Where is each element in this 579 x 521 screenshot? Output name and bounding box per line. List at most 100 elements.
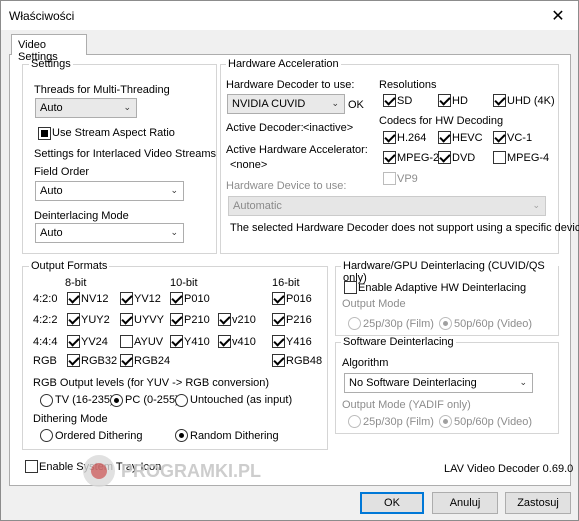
codec-vp9-label: VP9 — [397, 173, 418, 185]
ok-button[interactable]: OK — [360, 492, 424, 514]
col-8bit-label: 8-bit — [65, 277, 87, 289]
fmt-p210-checkbox[interactable] — [170, 313, 183, 326]
fmt-yv12-label: YV12 — [134, 293, 161, 305]
fmt-p016-label: P016 — [286, 293, 312, 305]
hw-decoder-select[interactable]: NVIDIA CUVID ⌄ — [227, 94, 345, 114]
active-accel-value: <none> — [230, 159, 268, 171]
hw-device-select[interactable]: Automatic ⌄ — [228, 196, 546, 216]
level-pc-radio[interactable] — [110, 394, 123, 407]
threads-label: Threads for Multi-Threading — [34, 84, 170, 96]
fmt-v410-checkbox[interactable] — [218, 335, 231, 348]
active-decoder-label: Active Decoder: — [226, 122, 304, 134]
codec-mpeg2-checkbox[interactable] — [383, 151, 396, 164]
fmt-rgb48-checkbox[interactable] — [272, 354, 285, 367]
res-sd-checkbox[interactable] — [383, 94, 396, 107]
level-pc-label: PC (0-255) — [125, 394, 179, 406]
fmt-v210-label: v210 — [232, 314, 256, 326]
hw-deint-enable-label: Enable Adaptive HW Deinterlacing — [358, 282, 527, 294]
dither-random-label: Random Dithering — [190, 430, 279, 442]
codec-h264-checkbox[interactable] — [383, 131, 396, 144]
hw-deint-group-label: Hardware/GPU Deinterlacing (CUVID/QS onl… — [341, 260, 558, 284]
apply-button[interactable]: Zastosuj — [505, 492, 571, 514]
algorithm-value: No Software Deinterlacing — [349, 377, 477, 389]
sw-deint-film-radio[interactable] — [348, 415, 361, 428]
row-rgb-label: RGB — [33, 355, 57, 367]
fmt-rgb32-checkbox[interactable] — [67, 354, 80, 367]
chevron-down-icon: ⌄ — [519, 377, 527, 387]
level-untouched-radio[interactable] — [175, 394, 188, 407]
level-tv-label: TV (16-235) — [55, 394, 114, 406]
level-untouched-label: Untouched (as input) — [190, 394, 293, 406]
fmt-p216-label: P216 — [286, 314, 312, 326]
field-order-label: Field Order — [34, 166, 90, 178]
threads-select[interactable]: Auto ⌄ — [35, 98, 137, 118]
close-icon: ✕ — [551, 7, 565, 25]
fmt-p216-checkbox[interactable] — [272, 313, 285, 326]
codec-mpeg4-checkbox[interactable] — [493, 151, 506, 164]
stream-aspect-checkbox[interactable] — [38, 127, 51, 140]
dither-mode-label: Dithering Mode — [33, 413, 108, 425]
close-button[interactable]: ✕ — [538, 1, 578, 30]
codec-dvd-checkbox[interactable] — [438, 151, 451, 164]
sw-deint-video-radio[interactable] — [439, 415, 452, 428]
dither-random-radio[interactable] — [175, 429, 188, 442]
hw-deint-film-label: 25p/30p (Film) — [363, 318, 434, 330]
codecs-label: Codecs for HW Decoding — [379, 115, 504, 127]
hw-device-label: Hardware Device to use: — [226, 180, 347, 192]
fmt-p010-checkbox[interactable] — [170, 292, 183, 305]
codec-mpeg4-label: MPEG-4 — [507, 152, 550, 164]
programki-watermark: PROGRAMKI.PL — [81, 449, 281, 497]
hw-device-value: Automatic — [233, 200, 282, 212]
res-uhd-checkbox[interactable] — [493, 94, 506, 107]
col-10bit-label: 10-bit — [170, 277, 198, 289]
codec-vc1-checkbox[interactable] — [493, 131, 506, 144]
dither-ordered-radio[interactable] — [40, 429, 53, 442]
codec-h264-label: H.264 — [397, 132, 427, 144]
fmt-uyvy-label: UYVY — [134, 314, 164, 326]
fmt-ayuv-label: AYUV — [134, 336, 164, 348]
algorithm-select[interactable]: No Software Deinterlacing ⌄ — [344, 373, 533, 393]
hw-deint-enable-checkbox[interactable] — [344, 281, 357, 294]
fmt-yv24-checkbox[interactable] — [67, 335, 80, 348]
cancel-button[interactable]: Anuluj — [432, 492, 498, 514]
tab-panel: Settings Threads for Multi-Threading Aut… — [9, 54, 579, 486]
hw-deint-film-radio[interactable] — [348, 317, 361, 330]
res-hd-checkbox[interactable] — [438, 94, 451, 107]
codec-vp9-checkbox[interactable] — [383, 172, 396, 185]
hw-deint-video-radio[interactable] — [439, 317, 452, 330]
fmt-rgb48-label: RGB48 — [286, 355, 323, 367]
fmt-p016-checkbox[interactable] — [272, 292, 285, 305]
field-order-select[interactable]: Auto ⌄ — [35, 181, 184, 201]
res-hd-label: HD — [452, 95, 468, 107]
res-uhd-label: UHD (4K) — [507, 95, 555, 107]
codec-dvd-label: DVD — [452, 152, 476, 164]
codec-hevc-label: HEVC — [452, 132, 483, 144]
tab-video-settings[interactable]: Video Settings — [11, 34, 87, 63]
fmt-yuy2-checkbox[interactable] — [67, 313, 80, 326]
chevron-down-icon: ⌄ — [170, 185, 178, 195]
title-bar: Właściwości ✕ — [1, 1, 578, 30]
chevron-down-icon: ⌄ — [532, 200, 540, 210]
codec-hevc-checkbox[interactable] — [438, 131, 451, 144]
algorithm-label: Algorithm — [342, 357, 389, 369]
stream-aspect-label: Use Stream Aspect Ratio — [52, 127, 175, 139]
hw-deint-output-mode-label: Output Mode — [342, 298, 406, 310]
fmt-ayuv-checkbox[interactable] — [120, 335, 133, 348]
hw-decoder-value: NVIDIA CUVID — [232, 98, 306, 110]
deint-mode-value: Auto — [40, 227, 63, 239]
fmt-v210-checkbox[interactable] — [218, 313, 231, 326]
fmt-nv12-checkbox[interactable] — [67, 292, 80, 305]
hw-deint-video-label: 50p/60p (Video) — [454, 318, 533, 330]
fmt-uyvy-checkbox[interactable] — [120, 313, 133, 326]
fmt-y416-checkbox[interactable] — [272, 335, 285, 348]
fmt-yv12-checkbox[interactable] — [120, 292, 133, 305]
deint-mode-select[interactable]: Auto ⌄ — [35, 223, 184, 243]
systray-checkbox[interactable] — [25, 460, 38, 473]
fmt-v410-label: v410 — [232, 336, 256, 348]
codec-mpeg2-label: MPEG-2 — [397, 152, 440, 164]
threads-value: Auto — [40, 102, 63, 114]
fmt-y410-checkbox[interactable] — [170, 335, 183, 348]
level-tv-radio[interactable] — [40, 394, 53, 407]
fmt-rgb24-checkbox[interactable] — [120, 354, 133, 367]
hw-device-note: The selected Hardware Decoder does not s… — [230, 222, 579, 234]
